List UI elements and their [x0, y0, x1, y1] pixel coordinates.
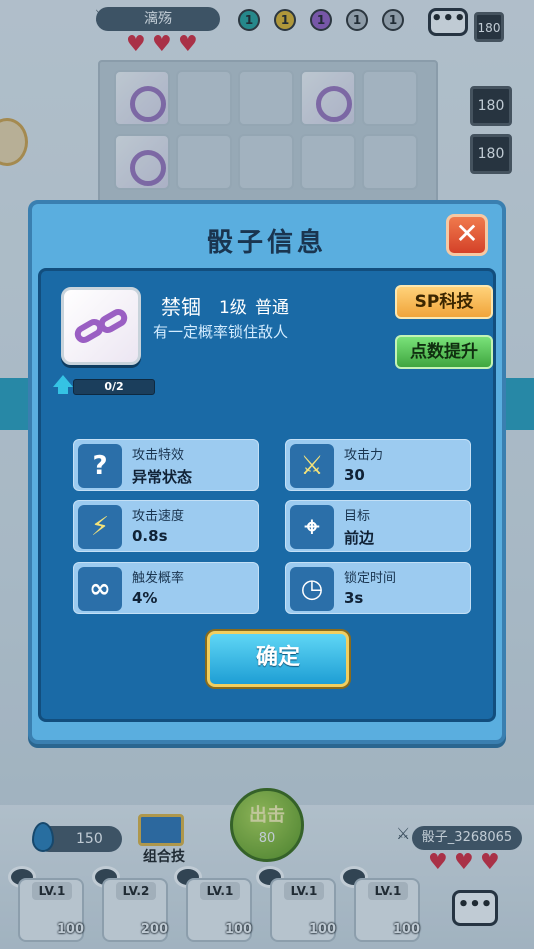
- stat-label: 攻击速度: [132, 509, 185, 524]
- stat-label: 目标: [344, 509, 371, 524]
- stat-attack-effect: ? 攻击特效 异常状态: [73, 439, 259, 491]
- dialog-title: 骰子信息: [206, 228, 327, 258]
- dice-name: 禁锢: [161, 295, 201, 319]
- dice-level: 1级: [219, 298, 247, 318]
- stat-value: 异常状态: [132, 468, 193, 486]
- target-icon: ⌖: [290, 505, 334, 549]
- clock-icon: ◷: [290, 567, 334, 611]
- stat-attack-speed: ⚡ 攻击速度 0.8s: [73, 500, 259, 552]
- stat-trigger-chance: ∞ 触发概率 4%: [73, 562, 259, 614]
- dice-info-dialog: 骰子信息 ✕ 0/2 禁锢 1级 普通 有一定概率锁住敌人 SP科技 点数提升 …: [28, 200, 506, 744]
- point-upgrade-button[interactable]: 点数提升: [395, 335, 493, 369]
- stat-value: 30: [344, 466, 365, 484]
- stat-label: 攻击特效: [132, 448, 185, 463]
- speed-icon: ⚡: [78, 505, 122, 549]
- stat-label: 锁定时间: [344, 571, 397, 586]
- stat-value: 3s: [344, 589, 364, 607]
- dice-image: [61, 287, 141, 365]
- link-icon: ∞: [78, 567, 122, 611]
- question-icon: ?: [78, 444, 122, 488]
- sword-icon: ⚔: [290, 444, 334, 488]
- stat-value: 4%: [132, 589, 158, 607]
- stat-lock-time: ◷ 锁定时间 3s: [285, 562, 471, 614]
- stat-value: 0.8s: [132, 527, 168, 545]
- dice-rarity: 普通: [255, 298, 289, 318]
- stat-label: 攻击力: [344, 448, 384, 463]
- stat-attack-power: ⚔ 攻击力 30: [285, 439, 471, 491]
- sp-tech-button[interactable]: SP科技: [395, 285, 493, 319]
- stat-label: 触发概率: [132, 571, 185, 586]
- progress-text: 0/2: [73, 379, 155, 395]
- stat-target: ⌖ 目标 前边: [285, 500, 471, 552]
- close-button[interactable]: ✕: [446, 214, 488, 256]
- dice-progress: 0/2: [53, 375, 155, 395]
- dice-description: 有一定概率锁住敌人: [153, 323, 289, 341]
- dialog-body: 0/2 禁锢 1级 普通 有一定概率锁住敌人 SP科技 点数提升 ? 攻击特效 …: [38, 268, 496, 722]
- confirm-button[interactable]: 确定: [207, 631, 349, 687]
- stat-value: 前边: [344, 529, 375, 547]
